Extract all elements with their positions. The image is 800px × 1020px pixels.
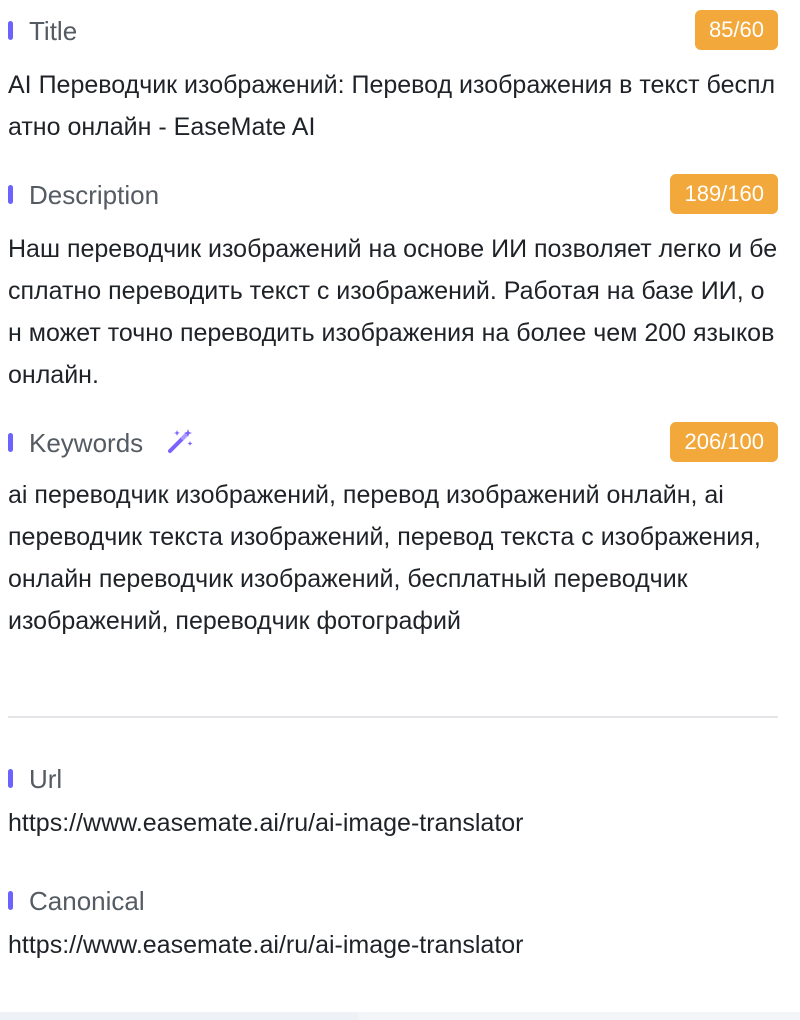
- keywords-label: Keywords: [29, 428, 144, 458]
- magic-wand-icon[interactable]: [165, 426, 195, 456]
- description-text: Наш переводчик изображений на основе ИИ …: [8, 235, 778, 389]
- url-label: Url: [29, 764, 63, 794]
- description-header: Description 189/160: [8, 164, 778, 214]
- description-label: Description: [29, 180, 160, 210]
- url-text[interactable]: https://www.easemate.ai/ru/ai-image-tran…: [8, 802, 524, 844]
- canonical-label: Canonical: [29, 886, 145, 916]
- canonical-header: Canonical: [8, 870, 778, 916]
- title-text: AI Переводчик изображений: Перевод изобр…: [8, 71, 776, 141]
- keywords-length-badge: 206/100: [670, 422, 778, 462]
- description-section: Description 189/160 Наш переводчик изобр…: [8, 164, 778, 412]
- bottom-tab[interactable]: [0, 1012, 358, 1020]
- title-header: Title 85/60: [8, 0, 778, 50]
- section-marker: [8, 433, 13, 452]
- bottom-tab-strip: [0, 1012, 800, 1020]
- canonical-text[interactable]: https://www.easemate.ai/ru/ai-image-tran…: [8, 924, 524, 966]
- title-length-badge: 85/60: [694, 10, 778, 50]
- title-section: Title 85/60 AI Переводчик изображений: П…: [8, 0, 778, 164]
- keywords-header: Keywords 206/100: [8, 412, 778, 462]
- section-divider: [8, 716, 778, 718]
- seo-meta-panel: Title 85/60 AI Переводчик изображений: П…: [8, 0, 778, 959]
- keywords-text: ai переводчик изображений, перевод изобр…: [8, 481, 761, 635]
- section-marker: [8, 891, 13, 910]
- section-marker: [8, 769, 13, 788]
- title-label: Title: [29, 16, 78, 46]
- section-marker: [8, 21, 13, 40]
- section-marker: [8, 185, 13, 204]
- description-length-badge: 189/160: [670, 174, 778, 214]
- url-section: Url https://www.easemate.ai/ru/ai-image-…: [8, 748, 778, 858]
- url-header: Url: [8, 748, 778, 794]
- canonical-section: Canonical https://www.easemate.ai/ru/ai-…: [8, 870, 778, 980]
- keywords-section: Keywords 206/100 ai переводчик изображен…: [8, 412, 778, 714]
